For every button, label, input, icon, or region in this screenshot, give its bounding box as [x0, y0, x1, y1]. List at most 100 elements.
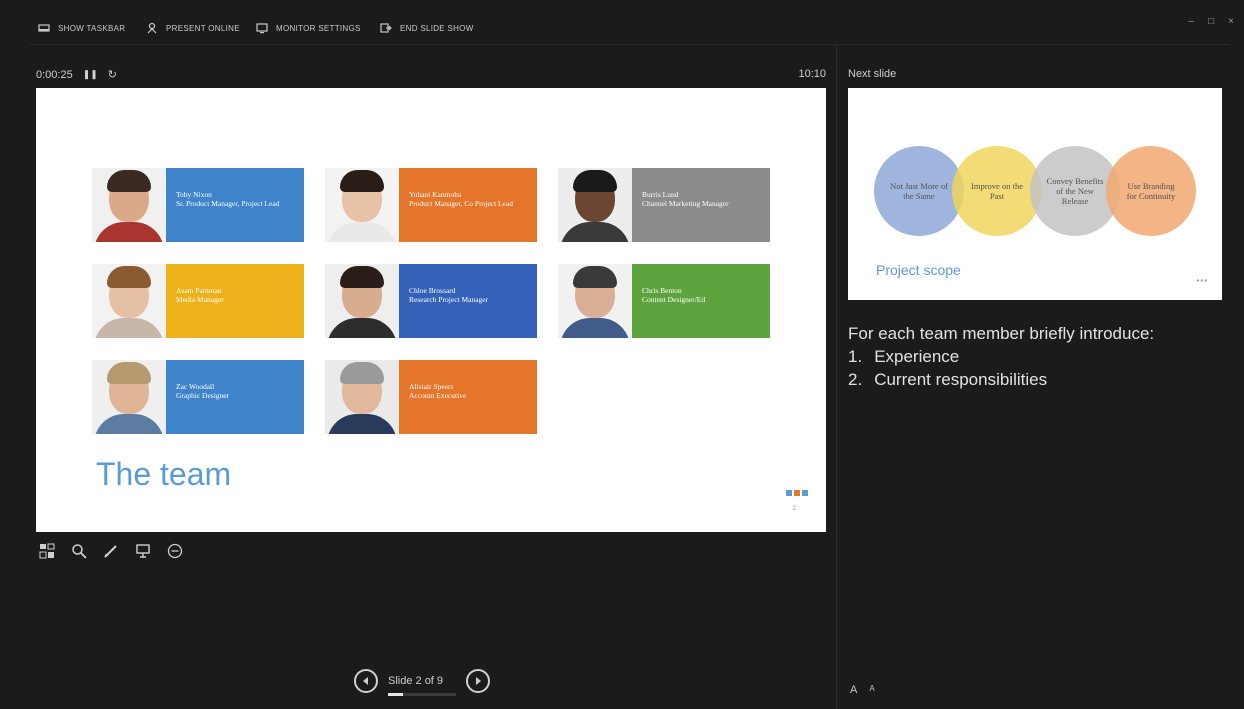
team-member-card: Burris Lund Channel Marketing Manager — [558, 168, 770, 242]
end-show-icon — [380, 23, 392, 33]
next-slide-preview[interactable]: Project scope ▪▪▪ Not Just More of the S… — [848, 88, 1222, 300]
display-settings-icon[interactable] — [134, 542, 152, 560]
team-member-role: Research Project Manager — [409, 295, 489, 304]
decrease-font-button[interactable]: A — [869, 684, 874, 696]
team-member-card: Toby Nixon Sr. Product Manager, Project L… — [92, 168, 304, 242]
notes-item-number: 1. — [848, 347, 863, 366]
close-icon[interactable]: × — [1228, 16, 1234, 27]
present-online-label: Present online — [166, 23, 240, 33]
scope-circle-text: Not Just More of the Same — [890, 181, 948, 201]
team-member-nameplate: Zac Woodall Graphic Designer — [166, 360, 304, 434]
timer-row: 0:00:25 ❚❚ ↻ — [36, 68, 117, 82]
team-member-photo — [92, 264, 166, 338]
taskbar-icon — [38, 24, 50, 32]
slide-counter: Slide 2 of 9 — [388, 675, 456, 696]
notes-list: 1. Experience 2. Current responsibilities — [848, 345, 1178, 391]
increase-font-button[interactable]: A — [850, 684, 857, 696]
toolbar-divider — [30, 44, 1230, 45]
next-slide-logo: ▪▪▪ — [1196, 276, 1208, 285]
team-member-nameplate: Yuhani Kanmoba Product Manager, Co Projec… — [399, 168, 537, 242]
see-all-slides-icon[interactable] — [38, 542, 56, 560]
team-member-name: Yuhani Kanmoba — [409, 190, 462, 199]
team-member-card: Yuhani Kanmoba Product Manager, Co Projec… — [325, 168, 537, 242]
scope-circle: Use Branding for Continuity — [1106, 146, 1196, 236]
present-online-icon — [147, 22, 157, 34]
team-member-role: Sr. Product Manager, Project Lead — [176, 199, 280, 208]
team-member-role: Media Manager — [176, 295, 224, 304]
slide-tools — [38, 542, 184, 560]
team-member-card: Chris Benton Content Designer/Ed — [558, 264, 770, 338]
next-slide-label: Next slide — [848, 68, 897, 80]
show-taskbar-button[interactable]: Show taskbar — [38, 22, 125, 34]
pause-timer-icon[interactable]: ❚❚ — [83, 69, 98, 80]
scope-circle-text: Use Branding for Continuity — [1126, 181, 1176, 201]
restart-timer-icon[interactable]: ↻ — [108, 68, 117, 81]
show-taskbar-label: Show taskbar — [58, 23, 126, 33]
speaker-notes: For each team member briefly introduce: … — [848, 322, 1178, 391]
minimize-icon[interactable]: – — [1189, 16, 1195, 27]
team-member-nameplate: Chloe Brossard Research Project Manager — [399, 264, 537, 338]
restore-icon[interactable]: □ — [1208, 16, 1214, 27]
team-member-photo — [92, 360, 166, 434]
team-member-role: Account Executive — [409, 391, 467, 400]
notes-intro: For each team member briefly introduce: — [848, 324, 1155, 343]
end-slide-show-button[interactable]: End slide show — [380, 22, 474, 34]
scope-circle: Not Just More of the Same — [874, 146, 964, 236]
notes-item-number: 2. — [848, 370, 863, 389]
team-member-name: Burris Lund — [642, 190, 679, 199]
team-member-role: Content Designer/Ed — [642, 295, 706, 304]
team-member-role: Product Manager, Co Project Lead — [409, 199, 514, 208]
team-member-photo — [325, 168, 399, 242]
team-member-name: Chris Benton — [642, 286, 682, 295]
next-slide-button[interactable] — [466, 669, 490, 693]
clock: 10:10 — [798, 68, 826, 80]
team-member-photo — [558, 264, 632, 338]
previous-arrow-icon — [363, 677, 368, 685]
slide-counter-text: Slide 2 of 9 — [388, 675, 444, 687]
monitor-settings-label: Monitor settings — [276, 23, 361, 33]
team-member-name: Alistair Speers — [409, 382, 454, 391]
team-member-name: Toby Nixon — [176, 190, 212, 199]
present-online-button[interactable]: Present online — [146, 22, 240, 34]
scope-circle: Improve on the Past — [952, 146, 1042, 236]
notes-item: 1. Experience — [848, 345, 1178, 368]
team-member-name: Asam Pamman — [176, 286, 222, 295]
notes-item-text: Experience — [874, 347, 960, 366]
team-member-nameplate: Toby Nixon Sr. Product Manager, Project L… — [166, 168, 304, 242]
slide-number: 2 — [792, 506, 796, 512]
team-member-photo — [325, 264, 399, 338]
slide-progress-fill — [388, 693, 404, 696]
slide-title: The team — [96, 456, 232, 492]
window-controls: – □ × — [1189, 16, 1234, 27]
notes-font-controls: A A — [850, 684, 875, 696]
team-member-photo — [558, 168, 632, 242]
team-member-photo — [92, 168, 166, 242]
team-member-role: Channel Marketing Manager — [642, 199, 729, 208]
scope-circle-text: Convey Benefits of the New Release — [1046, 176, 1104, 206]
more-options-icon[interactable] — [166, 542, 184, 560]
team-member-name: Chloe Brossard — [409, 286, 456, 295]
notes-item: 2. Current responsibilities — [848, 368, 1178, 391]
slide-logo-icon — [786, 490, 808, 496]
end-slide-show-label: End slide show — [400, 23, 474, 33]
next-slide-title: Project scope — [876, 262, 961, 278]
team-member-nameplate: Asam Pamman Media Manager — [166, 264, 304, 338]
zoom-icon[interactable] — [70, 542, 88, 560]
team-member-photo — [325, 360, 399, 434]
monitor-settings-button[interactable]: Monitor settings — [256, 22, 361, 34]
pane-divider — [836, 44, 837, 709]
pen-icon[interactable] — [102, 542, 120, 560]
elapsed-timer: 0:00:25 — [36, 68, 73, 81]
team-member-card: Zac Woodall Graphic Designer — [92, 360, 304, 434]
team-member-card: Asam Pamman Media Manager — [92, 264, 304, 338]
team-member-nameplate: Chris Benton Content Designer/Ed — [632, 264, 770, 338]
scope-circle-text: Improve on the Past — [971, 181, 1023, 201]
slide-progress-bar — [388, 693, 456, 696]
previous-slide-button[interactable] — [354, 669, 378, 693]
team-member-name: Zac Woodall — [176, 382, 215, 391]
team-member-nameplate: Burris Lund Channel Marketing Manager — [632, 168, 770, 242]
team-member-nameplate: Alistair Speers Account Executive — [399, 360, 537, 434]
team-member-card: Chloe Brossard Research Project Manager — [325, 264, 537, 338]
notes-item-text: Current responsibilities — [874, 370, 1048, 389]
monitor-icon — [256, 23, 268, 34]
